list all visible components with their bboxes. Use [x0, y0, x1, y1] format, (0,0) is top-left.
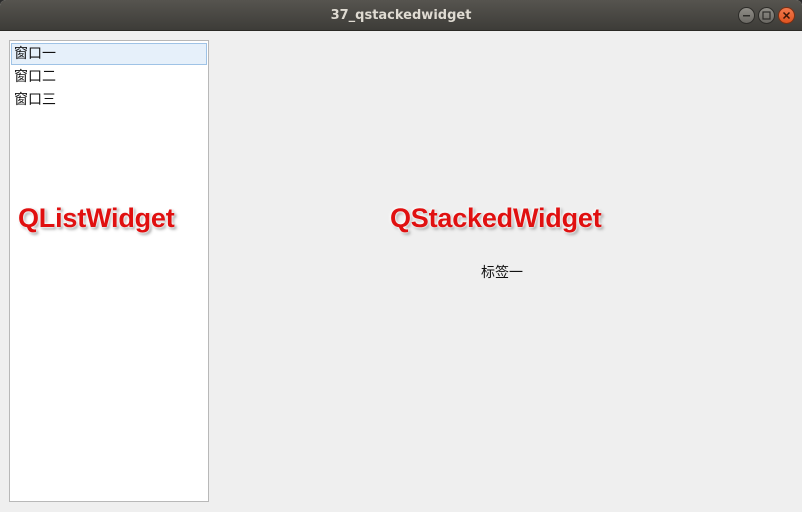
list-item[interactable]: 窗口三 — [11, 89, 207, 111]
annotation-stacked-widget: QStackedWidget — [390, 203, 602, 233]
app-window: 37_qstackedwidget 窗口一 窗口二 窗口三 QListWidge… — [0, 0, 802, 512]
window-title: 37_qstackedwidget — [330, 8, 472, 23]
maximize-icon — [762, 11, 771, 20]
minimize-button[interactable] — [738, 7, 755, 24]
close-button[interactable] — [778, 7, 795, 24]
list-item[interactable]: 窗口一 — [11, 43, 207, 65]
title-bar[interactable]: 37_qstackedwidget — [0, 0, 802, 31]
list-widget[interactable]: 窗口一 窗口二 窗口三 — [9, 40, 209, 502]
list-item[interactable]: 窗口二 — [11, 66, 207, 88]
annotation-list-widget: QListWidget — [18, 203, 175, 233]
minimize-icon — [743, 15, 750, 17]
maximize-button[interactable] — [758, 7, 775, 24]
close-icon — [782, 11, 791, 20]
stacked-page-label: 标签一 — [481, 265, 523, 281]
